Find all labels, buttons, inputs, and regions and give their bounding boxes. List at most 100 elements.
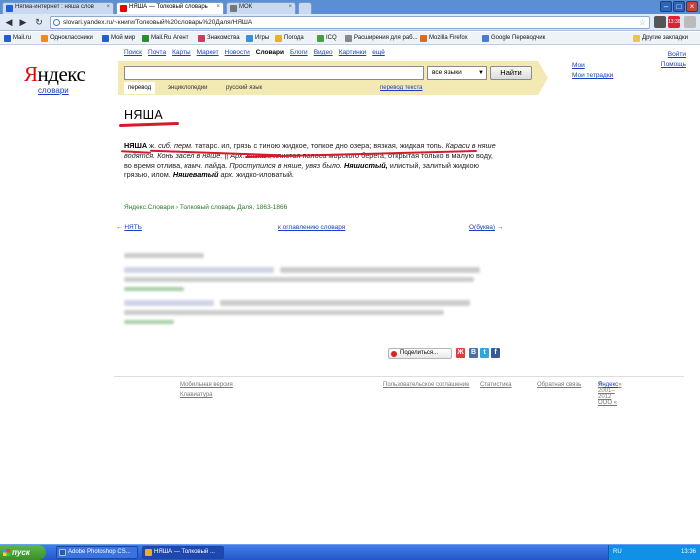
other-bookmarks[interactable]: Другие закладки bbox=[633, 33, 688, 43]
browser-tab-3[interactable]: МОК × bbox=[226, 2, 296, 14]
ad-text bbox=[220, 300, 470, 306]
nav-video[interactable]: Видео bbox=[314, 49, 333, 56]
browser-tab-2[interactable]: НЯША — Толковый словарь × bbox=[116, 2, 224, 14]
new-tab-button[interactable] bbox=[298, 2, 312, 14]
close-window-icon[interactable]: × bbox=[686, 1, 698, 12]
bookmark-mailru-agent[interactable]: Mail.Ru Агент bbox=[142, 33, 188, 43]
maximize-icon[interactable]: □ bbox=[673, 1, 685, 12]
icq-flower-icon bbox=[317, 35, 324, 42]
nav-novosti[interactable]: Новости bbox=[225, 49, 250, 56]
bookmark-google-translate[interactable]: Google Переводчик bbox=[482, 33, 545, 43]
clock: 13:36 bbox=[680, 549, 696, 555]
window-controls: – □ × bbox=[660, 1, 698, 12]
start-button[interactable]: пуск bbox=[0, 545, 46, 560]
ad-text bbox=[124, 277, 474, 282]
bookmark-znakomstva[interactable]: Знакомства bbox=[198, 33, 240, 43]
services-nav: Поиск Почта Карты Маркет Новости Словари… bbox=[124, 49, 385, 56]
ad-link[interactable] bbox=[124, 300, 214, 306]
close-tab-icon[interactable]: × bbox=[106, 4, 110, 10]
help-link[interactable]: Помощь bbox=[661, 60, 686, 70]
nav-kartinki[interactable]: Картинки bbox=[339, 49, 367, 56]
source-dal-dictionary[interactable]: Толковый словарь Даля, 1863-1866 bbox=[180, 204, 287, 211]
tab-perevod[interactable]: перевод bbox=[124, 82, 156, 94]
nav-eshche[interactable]: ещё bbox=[372, 49, 385, 56]
yandex-favicon-icon bbox=[120, 5, 127, 12]
browser-tab-1[interactable]: Нягма-интернет : няша слов × bbox=[2, 2, 114, 14]
windows-flag-icon bbox=[3, 549, 10, 556]
close-tab-icon[interactable]: × bbox=[216, 4, 220, 10]
feedback-link[interactable]: Обратная связь bbox=[537, 382, 581, 388]
nav-poisk[interactable]: Поиск bbox=[124, 49, 142, 56]
find-button[interactable]: Найти bbox=[490, 66, 532, 80]
browser-tab-strip: Нягма-интернет : няша слов × НЯША — Толк… bbox=[0, 0, 700, 14]
social-facebook-icon[interactable]: f bbox=[491, 348, 500, 358]
toc-link[interactable]: к оглавлению словаря bbox=[278, 224, 345, 231]
bookmark-firefox[interactable]: Mozilla Firefox bbox=[420, 33, 468, 43]
source-yandex-slovari[interactable]: Яндекс.Словари bbox=[124, 204, 174, 211]
odnoklassniki-icon bbox=[41, 35, 48, 42]
my-notebooks-link[interactable]: Мои тетрадки bbox=[572, 71, 613, 81]
nav-market[interactable]: Маркет bbox=[197, 49, 219, 56]
mobile-version-link[interactable]: Мобильная версия bbox=[180, 382, 233, 388]
system-tray: RU 13:36 bbox=[608, 545, 700, 560]
source-breadcrumb: Яндекс.Словари › Толковый словарь Даля, … bbox=[124, 204, 288, 211]
entry-headword: НЯША bbox=[124, 108, 164, 122]
nav-slovari: Словари bbox=[255, 49, 284, 56]
next-entry[interactable]: О(буква) → bbox=[469, 224, 503, 231]
user-agreement-link[interactable]: Пользовательское соглашение bbox=[383, 382, 469, 388]
bookmark-igry[interactable]: Игры bbox=[246, 33, 269, 43]
close-tab-icon[interactable]: × bbox=[288, 4, 292, 10]
ad-link[interactable] bbox=[124, 267, 274, 273]
nav-blogi[interactable]: Блоги bbox=[290, 49, 308, 56]
account-links: Войти Помощь bbox=[661, 50, 686, 70]
social-twitter-icon[interactable]: t bbox=[480, 348, 489, 358]
language-select[interactable]: все языки ▼ bbox=[427, 66, 487, 80]
taskbar-photoshop[interactable]: Adobe Photoshop CS... bbox=[56, 546, 138, 559]
minimize-icon[interactable]: – bbox=[660, 1, 672, 12]
statistics-link[interactable]: Статистика bbox=[480, 382, 512, 388]
bookmark-odnoklassniki[interactable]: Одноклассники bbox=[41, 33, 93, 43]
extension-icon[interactable] bbox=[654, 16, 666, 28]
page-favicon-icon bbox=[230, 5, 237, 12]
yandex-logo[interactable]: Яндекс bbox=[24, 62, 86, 87]
social-vkontakte-icon[interactable]: В bbox=[469, 348, 478, 358]
bookmark-icq[interactable]: ICQ bbox=[317, 33, 337, 43]
login-link[interactable]: Войти bbox=[661, 50, 686, 60]
games-icon bbox=[246, 35, 253, 42]
nav-pochta[interactable]: Почта bbox=[148, 49, 166, 56]
bookmark-mailru[interactable]: Mail.ru bbox=[4, 33, 31, 43]
notification-badge[interactable]: 13:36 bbox=[668, 16, 681, 28]
slovari-link[interactable]: словари bbox=[38, 86, 69, 95]
nav-karty[interactable]: Карты bbox=[172, 49, 191, 56]
taskbar-browser[interactable]: НЯША — Толковый ... bbox=[142, 546, 224, 559]
bookmarks-bar: Mail.ru Одноклассники Мой мир Mail.Ru Аг… bbox=[0, 32, 700, 45]
red-underline-annotation bbox=[118, 121, 180, 128]
bookmark-moimir[interactable]: Мой мир bbox=[102, 33, 135, 43]
social-zhzh-icon[interactable]: Ж bbox=[456, 348, 465, 358]
reload-icon[interactable]: ↻ bbox=[33, 16, 45, 28]
forward-arrow-icon[interactable]: ▶ bbox=[17, 16, 29, 28]
puzzle-icon bbox=[345, 35, 352, 42]
language-indicator[interactable]: RU bbox=[613, 549, 622, 555]
prev-entry[interactable]: ← НЯТЬ bbox=[116, 224, 142, 231]
address-bar[interactable]: slovari.yandex.ru/~книги/Толковый%20слов… bbox=[50, 16, 650, 29]
browser-icon bbox=[145, 549, 152, 556]
bookmark-extensions[interactable]: Расширения для раб... bbox=[345, 33, 418, 43]
tab-russian-language[interactable]: русский язык bbox=[222, 82, 266, 94]
tab-encyclopedias[interactable]: энциклопедии bbox=[164, 82, 211, 94]
browser-toolbar: ◀ ▶ ↻ slovari.yandex.ru/~книги/Толковый%… bbox=[0, 14, 700, 31]
bookmark-pogoda[interactable]: Погода bbox=[275, 33, 304, 43]
bookmark-star-icon[interactable]: ☆ bbox=[639, 17, 646, 28]
text-translation-link[interactable]: перевод текста bbox=[380, 82, 422, 94]
ad-text bbox=[280, 267, 480, 273]
ad-text bbox=[124, 310, 444, 315]
share-button[interactable]: Поделиться... bbox=[388, 348, 452, 359]
wrench-menu-icon[interactable] bbox=[684, 16, 696, 28]
mailru-icon bbox=[4, 35, 11, 42]
my-link[interactable]: Мои bbox=[572, 61, 613, 71]
search-input[interactable] bbox=[124, 66, 424, 80]
dropdown-arrow-icon: ▼ bbox=[478, 70, 484, 76]
sun-icon bbox=[275, 35, 282, 42]
keyboard-link[interactable]: Клавиатура bbox=[180, 392, 213, 398]
back-arrow-icon[interactable]: ◀ bbox=[3, 16, 15, 28]
